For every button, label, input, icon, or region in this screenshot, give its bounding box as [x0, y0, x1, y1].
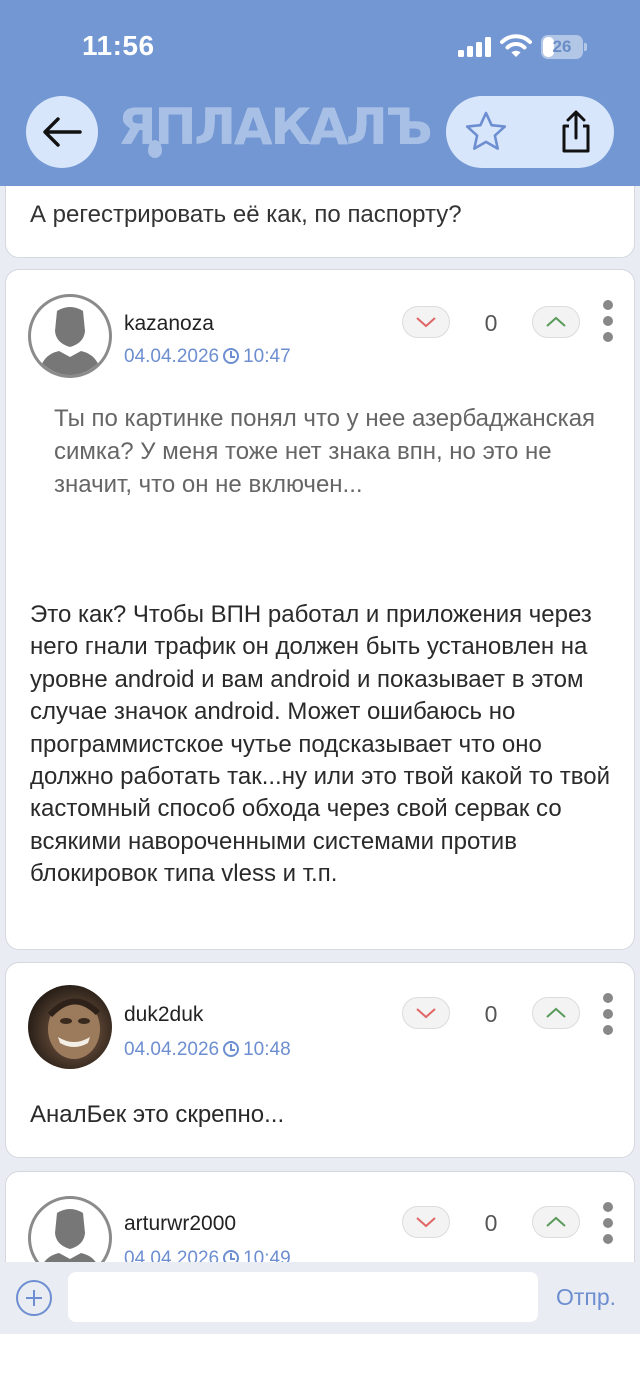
star-icon: [465, 111, 507, 150]
more-vertical-icon[interactable]: [599, 300, 617, 342]
status-time: 11:56: [82, 30, 155, 61]
app-header: 11:56 26 ЯПЛАКАЛЪ: [0, 0, 640, 186]
favorite-button[interactable]: [460, 106, 512, 158]
site-logo: ЯПЛАКАЛЪ: [118, 98, 433, 156]
vote-count: 0: [484, 310, 498, 336]
send-button[interactable]: Отпр.: [556, 1284, 616, 1311]
comment-timestamp: 04.04.2026 10:47: [124, 346, 291, 368]
vote-down-button[interactable]: [402, 306, 450, 338]
clock-icon: [223, 348, 240, 364]
comment-date: 04.04.2026: [124, 1039, 220, 1060]
vote-up-icon: [546, 316, 566, 327]
comment-date: 04.04.2026: [124, 346, 220, 367]
vote-down-icon: [416, 1008, 436, 1019]
comment-input[interactable]: [68, 1272, 538, 1322]
username[interactable]: duk2duk: [124, 1003, 203, 1027]
vote-count: 0: [484, 1210, 498, 1236]
share-button[interactable]: [550, 104, 602, 160]
vote-up-button[interactable]: [532, 306, 580, 338]
vote-down-button[interactable]: [402, 997, 450, 1029]
avatar[interactable]: [28, 985, 112, 1069]
comment-text: АналБек это скрепно...: [30, 1101, 285, 1128]
wifi-icon: [500, 34, 532, 57]
more-vertical-icon[interactable]: [599, 1202, 617, 1244]
vote-up-button[interactable]: [532, 1206, 580, 1238]
clock-icon: [223, 1041, 240, 1057]
header-actions: [446, 96, 614, 168]
comment-time: 10:47: [243, 346, 291, 367]
comment-timestamp: 04.04.2026 10:48: [124, 1039, 291, 1061]
back-arrow-icon: [43, 117, 82, 147]
vote-up-icon: [546, 1216, 566, 1227]
signal-icon: [458, 37, 492, 57]
vote-down-icon: [416, 317, 436, 328]
username[interactable]: arturwr2000: [124, 1212, 236, 1236]
more-vertical-icon[interactable]: [599, 993, 617, 1035]
default-avatar-icon: [39, 307, 101, 375]
comment-text: А регестрировать её как, по паспорту?: [30, 201, 462, 228]
avatar[interactable]: [28, 294, 112, 378]
battery-icon: 26: [541, 35, 587, 59]
comment-card: duk2duk 04.04.2026 10:48 0 АналБек это ск…: [5, 962, 635, 1158]
comment-time: 10:48: [243, 1039, 291, 1060]
vote-count: 0: [484, 1001, 498, 1027]
quoted-text: Ты по картинке понял что у нее азербаджа…: [54, 405, 596, 498]
vote-up-button[interactable]: [532, 997, 580, 1029]
home-indicator-area: [0, 1334, 640, 1388]
back-button[interactable]: [26, 96, 98, 168]
logo-drop-icon: [148, 140, 162, 158]
vote-down-icon: [416, 1217, 436, 1228]
comment-text: Это как? Чтобы ВПН работал и приложения …: [30, 601, 610, 888]
vote-down-button[interactable]: [402, 1206, 450, 1238]
add-icon[interactable]: [16, 1280, 52, 1316]
comment-card: kazanoza 04.04.2026 10:47 0 Ты по картинк…: [5, 269, 635, 950]
comment-composer: Отпр.: [0, 1262, 640, 1334]
user-photo-avatar: [47, 998, 101, 1059]
battery-level: 26: [552, 37, 572, 56]
vote-up-icon: [546, 1007, 566, 1018]
username[interactable]: kazanoza: [124, 312, 214, 336]
share-icon: [562, 110, 590, 153]
